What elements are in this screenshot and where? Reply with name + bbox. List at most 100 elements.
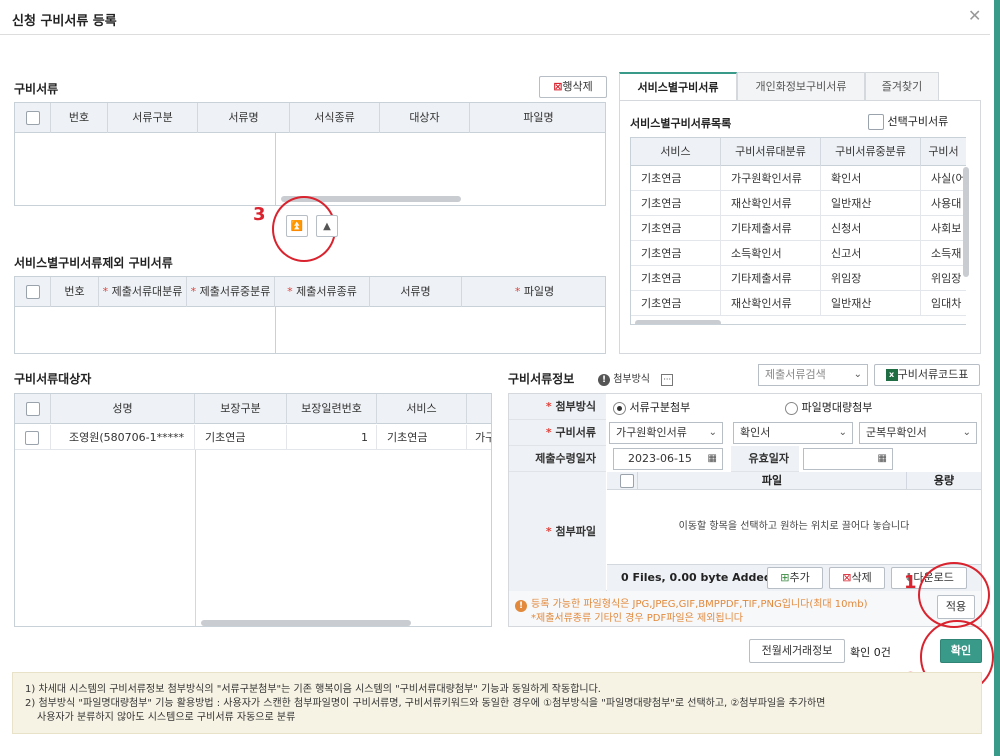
checkbox[interactable] xyxy=(25,402,40,416)
table-cell: 사회보 xyxy=(931,222,962,235)
col-header: * 제출서류종류 xyxy=(275,277,370,307)
col-header: 보장구분 xyxy=(195,394,287,424)
table-cell: 위임장 xyxy=(821,266,921,291)
service-cell: 기초연금 xyxy=(377,425,467,450)
add-file-label: 추가 xyxy=(789,571,810,584)
docs-title: 구비서류 xyxy=(14,82,59,96)
info-title: 구비서류정보 xyxy=(508,372,575,386)
table-cell: 기초연금 xyxy=(631,266,721,291)
chevron-down-icon: ⌄ xyxy=(853,369,862,380)
radio-bulk-name[interactable]: 파일명대량첨부 xyxy=(785,399,872,415)
table-row[interactable]: 기초연금 재산확인서류 일반재산 임대차 xyxy=(631,291,966,316)
table-cell: 기초연금 xyxy=(631,216,721,241)
table-row[interactable]: 기초연금 기타제출서류 신청서 사회보 xyxy=(631,216,966,241)
window-edge xyxy=(994,0,1000,756)
doc-major-select[interactable]: 가구원확인서류 ⌄ xyxy=(609,422,723,444)
attach-method-label-text: 첨부방식 xyxy=(555,400,596,413)
radio-doc-type[interactable]: 서류구분첨부 xyxy=(613,399,690,415)
row-checkbox-cell[interactable] xyxy=(15,425,51,450)
table-row[interactable]: 기초연금 가구원확인서류 확인서 사실(어 xyxy=(631,166,966,191)
move-up-button[interactable]: ▲ xyxy=(316,215,338,237)
table-cell: 사실(어 xyxy=(931,172,966,185)
col-header: * 파일명 xyxy=(462,277,605,307)
attach-method-badge-label: 첨부방식 xyxy=(613,374,650,385)
info-icon: ! xyxy=(598,374,610,386)
calendar-icon[interactable]: ▦ xyxy=(708,449,717,469)
checkbox[interactable] xyxy=(25,111,40,125)
radio-empty-icon[interactable] xyxy=(785,401,798,415)
col-header: 번호 xyxy=(51,103,108,133)
excluded-title: 서비스별구비서류제외 구비서류 xyxy=(14,256,173,270)
type-cell: 기초연금 xyxy=(195,425,287,450)
doc-middle-select[interactable]: 확인서 ⌄ xyxy=(733,422,853,444)
table-row[interactable]: 기초연금 재산확인서류 일반재산 사용대 xyxy=(631,191,966,216)
col-header: 서식종류 xyxy=(290,103,380,133)
col-header: 대상자 xyxy=(380,103,470,133)
frozen-divider xyxy=(275,133,276,205)
lease-info-button[interactable]: 전월세거래정보 xyxy=(749,639,845,663)
frozen-divider xyxy=(195,450,196,626)
doc-major-value: 가구원확인서류 xyxy=(616,426,687,439)
checkbox[interactable] xyxy=(25,431,39,445)
table-cell: 기타제출서류 xyxy=(721,266,821,291)
add-file-button[interactable]: ⊞추가 xyxy=(767,567,823,589)
delete-row-button[interactable]: ⊠행삭제 xyxy=(539,76,607,98)
table-row[interactable]: 기초연금 소득확인서 신고서 소득재 xyxy=(631,241,966,266)
table-cell: 신고서 xyxy=(821,241,921,266)
doc-type-select[interactable]: 군복무확인서 ⌄ xyxy=(859,422,977,444)
up-arrow-icon: ▲ xyxy=(323,221,331,232)
excluded-grid-header: 번호 * 제출서류대분류 * 제출서류중분류 * 제출서류종류 서류명 * 파일… xyxy=(15,277,605,307)
valid-date-input[interactable]: ▦ xyxy=(803,448,893,470)
tab-favorites[interactable]: 즐겨찾기 xyxy=(865,72,939,100)
col-header: 용량 xyxy=(933,474,955,487)
tab-service-docs[interactable]: 서비스별구비서류 xyxy=(619,72,737,100)
horizontal-scrollbar[interactable] xyxy=(635,320,721,324)
doc-code-label: 구비서류코드표 xyxy=(897,368,969,381)
col-header: * 제출서류중분류 xyxy=(187,277,275,307)
radio-selected-icon[interactable] xyxy=(613,401,626,415)
doc-search-select[interactable]: 제출서류검색 ⌄ xyxy=(758,364,868,386)
col-header: 서비스 xyxy=(377,394,467,424)
doc-middle-value: 확인서 xyxy=(740,426,771,439)
table-cell: 기타제출서류 xyxy=(721,216,821,241)
targets-title: 구비서류대상자 xyxy=(14,372,92,386)
file-label: * 첨부파일 xyxy=(509,472,606,592)
vertical-scrollbar[interactable] xyxy=(963,167,969,277)
table-cell: 일반재산 xyxy=(821,191,921,216)
move-top-button[interactable]: ⏫ xyxy=(286,215,308,237)
targets-grid: 성명 보장구분 보장일련번호 서비스 조영원(580706-1***** 기초연… xyxy=(14,393,492,627)
title-divider xyxy=(0,34,990,35)
warning-line-2: *제출서류종류 기타인 경우 PDF파일은 제외됩니다 xyxy=(531,613,743,624)
checkbox[interactable] xyxy=(868,114,884,130)
col-header: 구비서류대분류 xyxy=(721,138,821,166)
chevron-down-icon: ⌄ xyxy=(962,427,971,438)
checkbox[interactable] xyxy=(25,285,40,299)
note-line-1: 1) 차세대 시스템의 구비서류정보 첨부방식의 "서류구분첨부"는 기존 행복… xyxy=(25,684,601,695)
radio-doc-type-label: 서류구분첨부 xyxy=(629,401,691,414)
table-row[interactable]: 조영원(580706-1***** 기초연금 1 기초연금 가구 xyxy=(15,425,491,450)
delete-file-label: 삭제 xyxy=(851,571,872,584)
col-header-label: 제출서류중분류 xyxy=(199,285,271,298)
table-row[interactable]: 기초연금 기타제출서류 위임장 위임장 xyxy=(631,266,966,291)
table-cell: 기초연금 xyxy=(631,241,721,266)
col-header: 파일명 xyxy=(523,111,554,124)
date-label: 제출수령일자 xyxy=(509,446,606,472)
checkbox[interactable] xyxy=(620,474,634,488)
delete-file-button[interactable]: ⊠삭제 xyxy=(829,567,885,589)
excluded-select-all[interactable] xyxy=(15,277,51,307)
close-icon[interactable]: ✕ xyxy=(968,6,981,25)
tab-personal-docs[interactable]: 개인화정보구비서류 xyxy=(737,72,865,100)
targets-select-all[interactable] xyxy=(15,394,51,424)
table-cell: 임대차 xyxy=(931,297,962,310)
docs-select-all[interactable] xyxy=(15,103,51,133)
col-header: 보장일련번호 xyxy=(287,394,377,424)
horizontal-scrollbar[interactable] xyxy=(201,620,411,626)
chevron-down-icon: ⌄ xyxy=(708,427,717,438)
doc-code-button[interactable]: x 구비서류코드표 xyxy=(874,364,980,386)
selected-docs-checkbox[interactable]: 선택구비서류 xyxy=(868,113,948,130)
delete-row-label: 행삭제 xyxy=(562,80,593,93)
file-drop-zone[interactable]: 이동할 항목을 선택하고 원하는 위치로 끌어다 놓습니다 xyxy=(607,490,981,564)
calendar-icon[interactable]: ▦ xyxy=(878,449,887,469)
more-icon[interactable]: ··· xyxy=(661,374,674,386)
receive-date-input[interactable]: 2023-06-15 ▦ xyxy=(613,448,723,470)
